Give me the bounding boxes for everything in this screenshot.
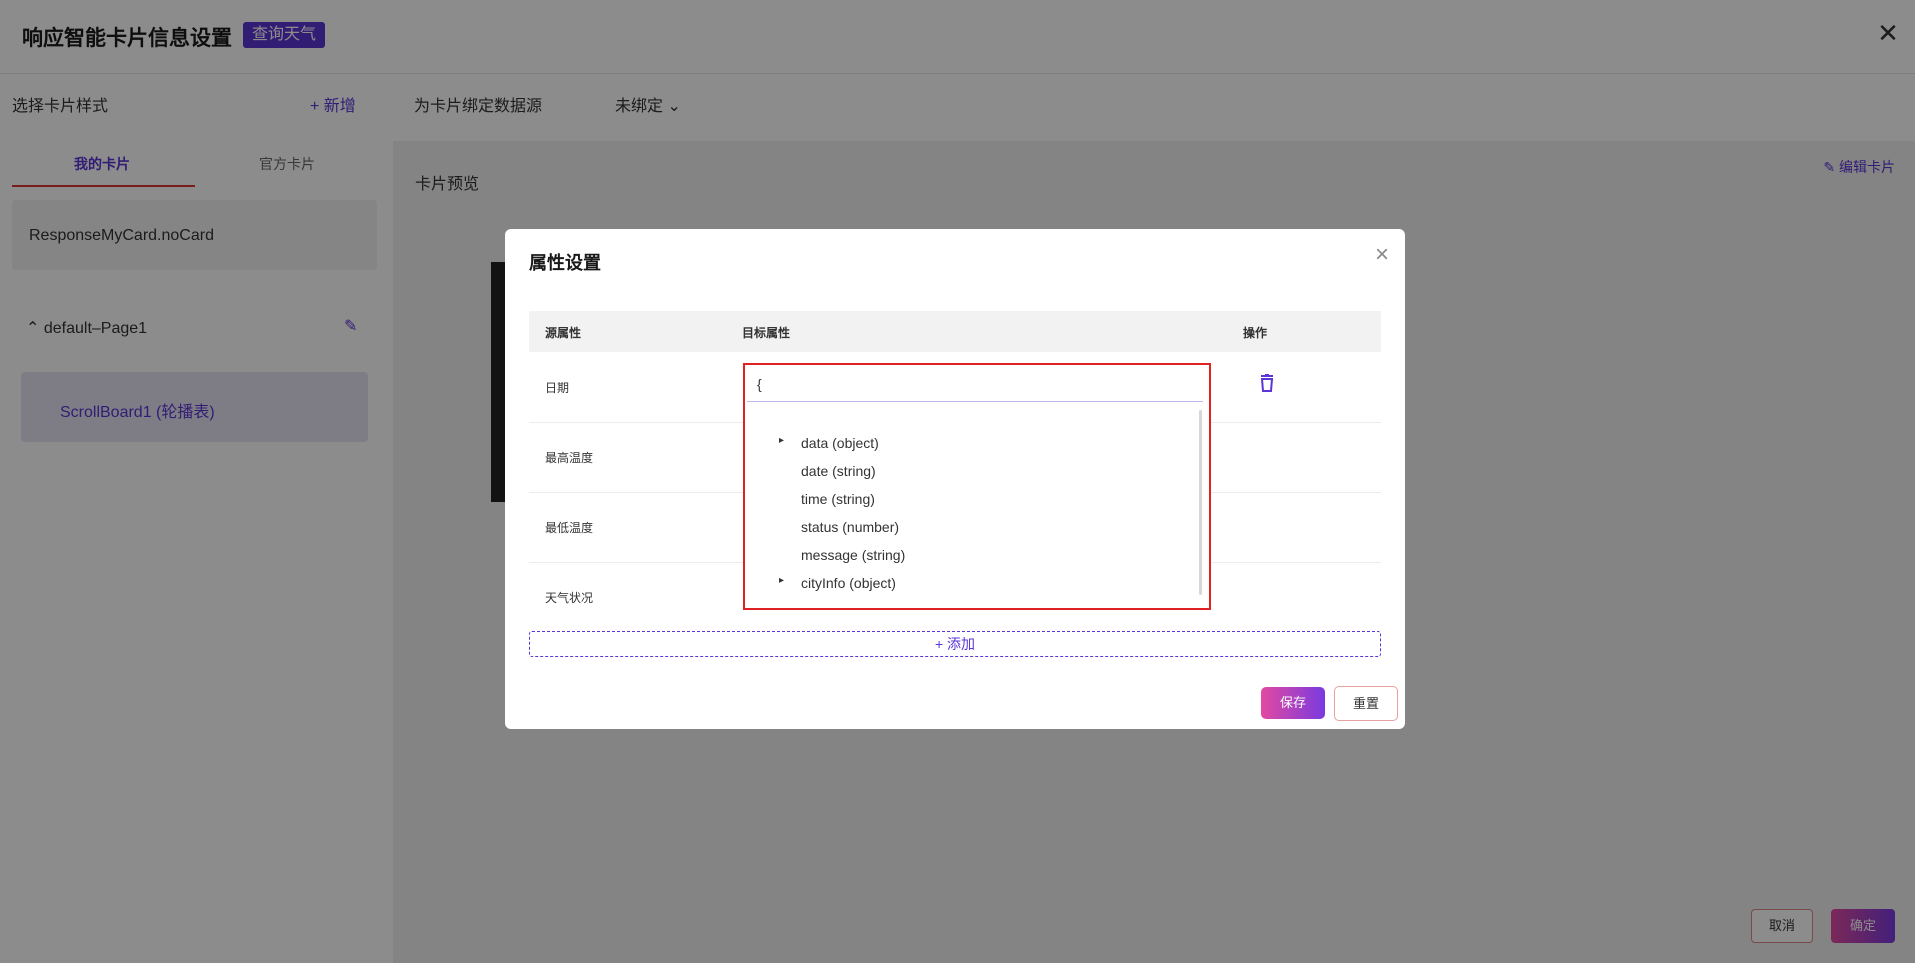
attribute-tree: ▸ data (object) date (string) time (stri…	[745, 409, 1207, 605]
caret-right-icon[interactable]: ▸	[779, 435, 784, 446]
close-icon[interactable]: ×	[1375, 241, 1389, 269]
tree-item[interactable]: status (number)	[801, 519, 899, 535]
attribute-settings-dialog: 属性设置 × 源属性 目标属性 操作 日期 最高温度 最低温度 天气状况 + 添…	[505, 229, 1405, 729]
tree-item[interactable]: message (string)	[801, 547, 905, 563]
reset-button[interactable]: 重置	[1334, 686, 1398, 721]
action-header: 操作	[1243, 326, 1268, 340]
add-row-button[interactable]: + 添加	[529, 631, 1381, 657]
source-attr-cell: 最高温度	[545, 451, 594, 465]
caret-right-icon[interactable]: ▸	[779, 575, 784, 586]
target-attr-input-value: {	[757, 376, 762, 392]
table-header: 源属性 目标属性 操作	[529, 311, 1381, 352]
tree-item[interactable]: time (string)	[801, 491, 875, 507]
source-attr-header: 源属性	[545, 326, 582, 340]
source-attr-cell: 日期	[545, 381, 570, 395]
trash-icon[interactable]	[1260, 374, 1274, 392]
source-attr-cell: 最低温度	[545, 521, 594, 535]
target-attr-dropdown: { ▸ data (object) date (string) time (st…	[743, 363, 1211, 610]
tree-item[interactable]: cityInfo (object)	[801, 575, 896, 591]
tree-item[interactable]: data (object)	[801, 435, 879, 451]
source-attr-cell: 天气状况	[545, 591, 594, 605]
dialog-title: 属性设置	[529, 253, 601, 273]
scrollbar[interactable]	[1199, 410, 1202, 595]
save-button[interactable]: 保存	[1261, 687, 1325, 719]
tree-item[interactable]: date (string)	[801, 463, 876, 479]
target-attr-input[interactable]: {	[747, 367, 1203, 402]
target-attr-header: 目标属性	[742, 326, 791, 340]
